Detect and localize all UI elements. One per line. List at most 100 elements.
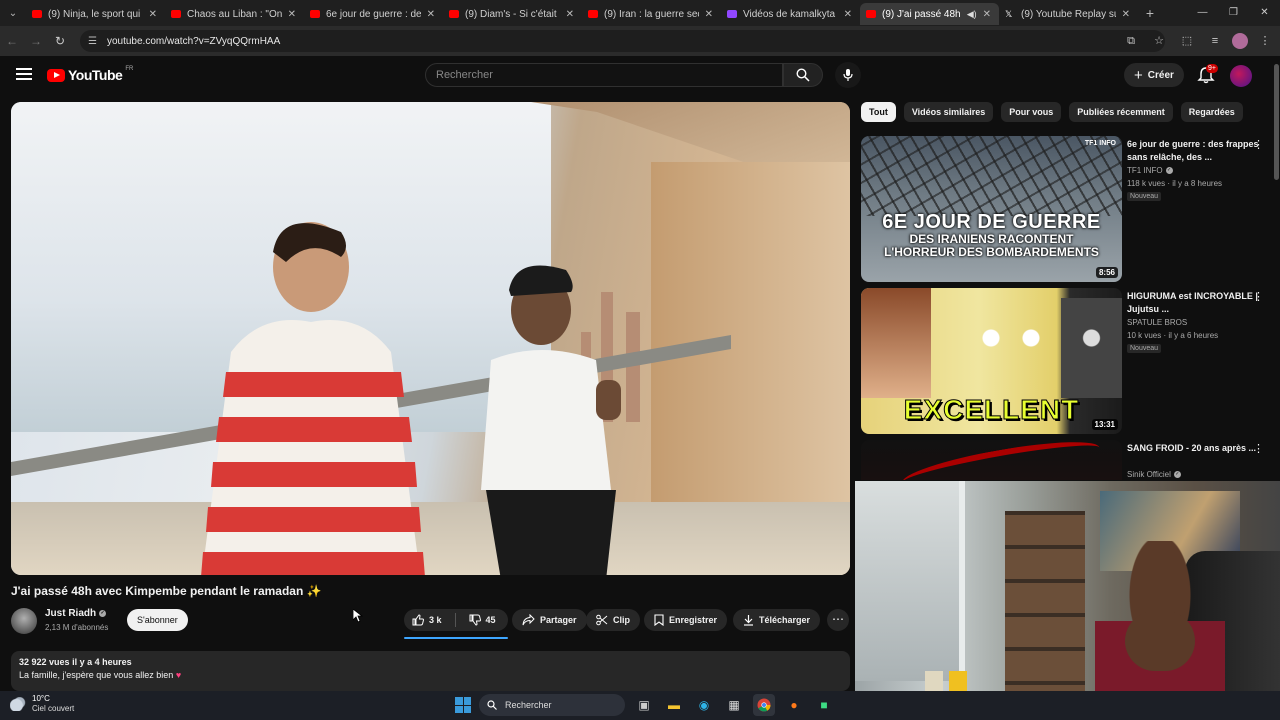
- browser-tab[interactable]: Vidéos de kamalkyta - Tw ✕: [721, 3, 860, 25]
- browser-tab[interactable]: (9) Iran : la guerre secrète ✕: [582, 3, 721, 25]
- search-input[interactable]: Rechercher: [425, 63, 783, 87]
- youtube-icon: [310, 10, 320, 18]
- minimize-icon[interactable]: —: [1187, 0, 1218, 26]
- browser-tab[interactable]: Chaos au Liban : "On fuit ✕: [165, 3, 304, 25]
- browser-tab[interactable]: (9) Diam's - Si c'était le di ✕: [443, 3, 582, 25]
- reload-icon[interactable]: ↻: [48, 34, 72, 48]
- youtube-icon: [866, 10, 876, 18]
- scissors-icon: [596, 614, 608, 626]
- like-count: 3 k: [429, 615, 442, 625]
- recommended-video[interactable]: TF1 INFO 6E JOUR DE GUERRE DES IRANIENS …: [861, 136, 1271, 282]
- address-bar: ← → ↻ ☰ youtube.com/watch?v=ZVyqQQrmHAA …: [0, 26, 1280, 56]
- video-thumbnail[interactable]: EXCELLENT 13:31: [861, 288, 1122, 434]
- chrome-icon[interactable]: [753, 694, 775, 716]
- back-icon[interactable]: ←: [0, 34, 24, 48]
- edge-icon[interactable]: ◉: [693, 694, 715, 716]
- recommended-title[interactable]: SANG FROID - 20 ans après ...: [1127, 442, 1259, 455]
- site-info-icon[interactable]: ☰: [88, 36, 97, 47]
- dislike-count: 45: [485, 615, 496, 625]
- video-thumbnail[interactable]: [861, 440, 1122, 480]
- speaker-icon[interactable]: ◀): [967, 9, 977, 20]
- taskbar-search-label: Rechercher: [505, 700, 552, 710]
- recommended-channel[interactable]: TF1 INFO ✓: [1127, 166, 1173, 175]
- url-field[interactable]: ☰ youtube.com/watch?v=ZVyqQQrmHAA: [80, 30, 1165, 52]
- recommended-title[interactable]: HIGURUMA est INCROYABLE | Jujutsu ...: [1127, 290, 1259, 316]
- more-options-icon[interactable]: ⋮: [1253, 442, 1264, 455]
- youtube-logo[interactable]: YouTube FR: [47, 66, 133, 83]
- browser-tab[interactable]: (9) Ninja, le sport qui pas ✕: [26, 3, 165, 25]
- close-tab-icon[interactable]: ✕: [983, 9, 991, 20]
- more-options-icon[interactable]: ⋮: [1253, 138, 1264, 151]
- thumbnail-channel-logo: TF1 INFO: [1084, 140, 1116, 147]
- dislike-button[interactable]: 45: [461, 609, 504, 631]
- close-tab-icon[interactable]: ✕: [705, 9, 713, 20]
- close-tab-icon[interactable]: ✕: [149, 9, 157, 20]
- save-button[interactable]: Enregistrer: [644, 609, 728, 631]
- close-tab-icon[interactable]: ✕: [427, 9, 435, 20]
- taskbar-search[interactable]: Rechercher: [479, 694, 625, 716]
- like-button[interactable]: 3 k: [404, 609, 450, 631]
- description-box[interactable]: 32 922 vues il y a 4 heures La famille, …: [11, 651, 850, 691]
- more-actions-button[interactable]: ⋯: [827, 609, 849, 631]
- recommended-channel[interactable]: SPATULE BROS: [1127, 318, 1187, 327]
- channel-avatar[interactable]: [11, 608, 37, 634]
- browser-tab[interactable]: 𝕏 (9) Youtube Replay sur X ✕: [999, 3, 1138, 25]
- youtube-icon: [32, 10, 42, 18]
- search-button[interactable]: [783, 63, 823, 87]
- close-tab-icon[interactable]: ✕: [1122, 9, 1130, 20]
- menu-icon[interactable]: [16, 68, 32, 80]
- recommended-video[interactable]: SANG FROID - 20 ans après ... Sinik Offi…: [861, 440, 1271, 480]
- chip-recent[interactable]: Publiées récemment: [1069, 102, 1173, 122]
- profile-avatar[interactable]: [1232, 33, 1248, 49]
- chip-related[interactable]: Vidéos similaires: [903, 102, 994, 122]
- webcam-overlay: [855, 481, 1280, 720]
- recommended-channel[interactable]: Sinik Officiel ✓: [1127, 470, 1181, 479]
- chip-watched[interactable]: Regardées: [1180, 102, 1243, 122]
- browser-tab[interactable]: 6e jour de guerre : des fr ✕: [304, 3, 443, 25]
- recommended-video[interactable]: EXCELLENT 13:31 HIGURUMA est INCROYABLE …: [861, 288, 1271, 434]
- person-white-tshirt: [481, 265, 621, 575]
- create-button[interactable]: + Créer: [1124, 63, 1184, 87]
- new-tab-button[interactable]: +: [1138, 5, 1162, 21]
- thumbnail-caption: EXCELLENT: [903, 394, 1080, 426]
- maximize-icon[interactable]: ❐: [1218, 0, 1249, 26]
- install-app-icon[interactable]: ⧉: [1120, 30, 1142, 52]
- bookmark-star-icon[interactable]: ☆: [1148, 30, 1170, 52]
- browser-tab-active[interactable]: (9) J'ai passé 48h avec ◀) ✕: [860, 3, 999, 25]
- temperature: 10°C: [32, 694, 50, 703]
- video-thumbnail[interactable]: TF1 INFO 6E JOUR DE GUERRE DES IRANIENS …: [861, 136, 1122, 282]
- chip-for-you[interactable]: Pour vous: [1001, 102, 1062, 122]
- new-badge: Nouveau: [1127, 344, 1162, 353]
- browser-menu-icon[interactable]: ⋮: [1254, 30, 1276, 52]
- extensions-icon[interactable]: ⬚: [1176, 30, 1198, 52]
- file-explorer-icon[interactable]: ▬: [663, 694, 685, 716]
- voice-search-button[interactable]: [835, 62, 861, 88]
- tab-title: Vidéos de kamalkyta - Tw: [743, 8, 838, 20]
- app-icon[interactable]: ■: [813, 694, 835, 716]
- close-window-icon[interactable]: ✕: [1249, 0, 1280, 26]
- video-player[interactable]: [11, 102, 850, 575]
- description-line: La famille, j'espère que vous allez bien: [19, 670, 174, 680]
- clip-button[interactable]: Clip: [586, 609, 640, 631]
- weather-widget[interactable]: 10°C Ciel couvert: [10, 694, 74, 714]
- page-scrollbar[interactable]: [1273, 56, 1280, 186]
- close-tab-icon[interactable]: ✕: [844, 9, 852, 20]
- bookmark-icon: [654, 614, 664, 626]
- tab-list-button[interactable]: ⌄: [0, 0, 26, 26]
- forward-icon[interactable]: →: [24, 34, 48, 48]
- download-button[interactable]: Télécharger: [733, 609, 821, 631]
- recommended-title[interactable]: 6e jour de guerre : des frappes sans rel…: [1127, 138, 1259, 164]
- channel-name[interactable]: Just Riadh ✓: [45, 608, 107, 619]
- account-avatar[interactable]: [1230, 65, 1252, 87]
- share-button[interactable]: Partager: [512, 609, 587, 631]
- subscribe-button[interactable]: S'abonner: [127, 609, 188, 631]
- store-icon[interactable]: ▦: [723, 694, 745, 716]
- more-options-icon[interactable]: ⋮: [1253, 290, 1264, 303]
- task-view-icon[interactable]: ▣: [633, 694, 655, 716]
- close-tab-icon[interactable]: ✕: [288, 9, 296, 20]
- firefox-icon[interactable]: ●: [783, 694, 805, 716]
- chip-all[interactable]: Tout: [861, 102, 896, 122]
- media-controls-icon[interactable]: ≡: [1204, 30, 1226, 52]
- close-tab-icon[interactable]: ✕: [566, 9, 574, 20]
- windows-start-icon[interactable]: [455, 697, 471, 713]
